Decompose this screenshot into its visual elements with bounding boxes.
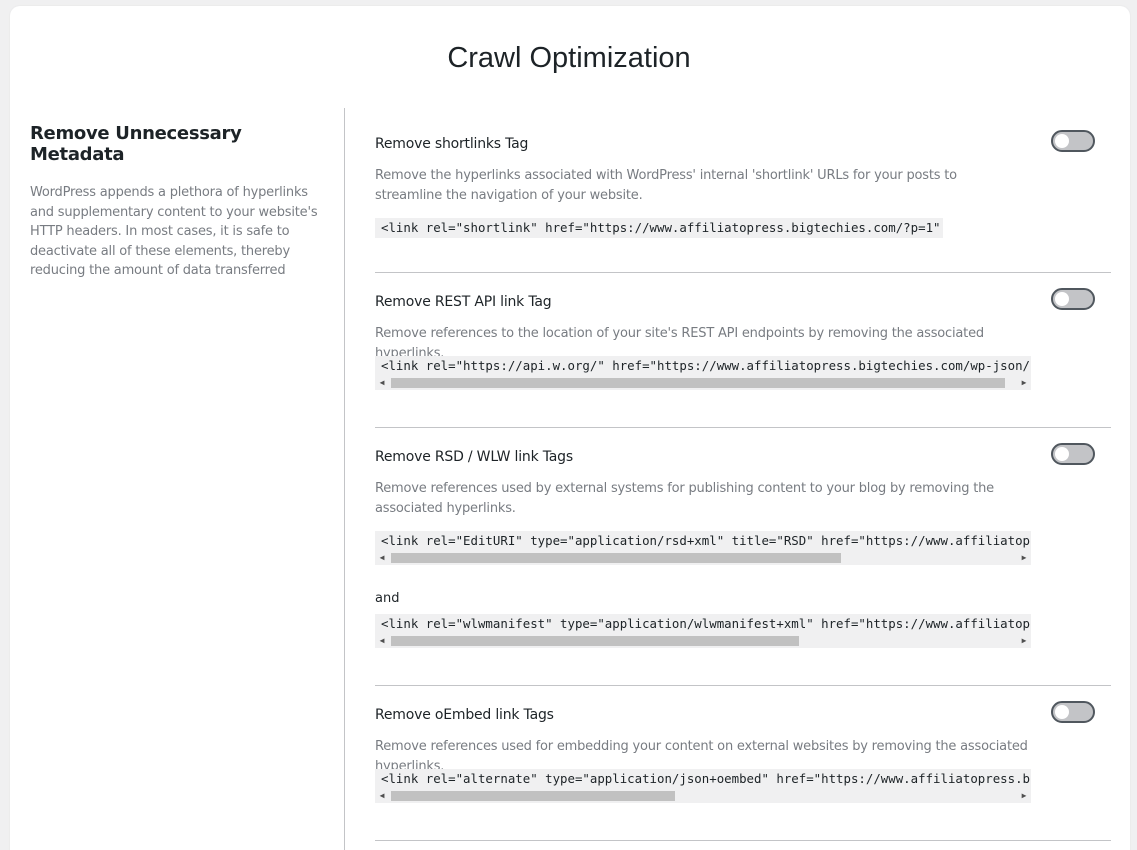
toggle-knob bbox=[1055, 292, 1069, 306]
page-title: Crawl Optimization bbox=[447, 42, 691, 74]
toggle-knob bbox=[1055, 134, 1069, 148]
code-snippet: <link rel="alternate" type="application/… bbox=[375, 769, 1031, 803]
code-text: <link rel="https://api.w.org/" href="htt… bbox=[381, 358, 1031, 373]
horizontal-scrollbar[interactable]: ◀ ▶ bbox=[375, 551, 1031, 565]
section-title: Remove oEmbed link Tags bbox=[375, 707, 554, 723]
scroll-right-arrow-icon[interactable]: ▶ bbox=[1017, 376, 1031, 390]
section-title: Remove shortlinks Tag bbox=[375, 136, 529, 152]
code-snippet: <link rel="shortlink" href="https://www.… bbox=[375, 218, 943, 238]
scroll-right-arrow-icon[interactable]: ▶ bbox=[1017, 789, 1031, 803]
oembed-toggle[interactable] bbox=[1051, 701, 1095, 723]
section-divider bbox=[375, 685, 1111, 686]
section-description: Remove the hyperlinks associated with Wo… bbox=[375, 168, 957, 203]
toggle-knob bbox=[1055, 705, 1069, 719]
code-snippet: <link rel="https://api.w.org/" href="htt… bbox=[375, 356, 1031, 390]
scroll-left-arrow-icon[interactable]: ◀ bbox=[375, 789, 389, 803]
rest-api-toggle[interactable] bbox=[1051, 288, 1095, 310]
scroll-right-arrow-icon[interactable]: ▶ bbox=[1017, 551, 1031, 565]
scroll-left-arrow-icon[interactable]: ◀ bbox=[375, 376, 389, 390]
settings-card: Crawl Optimization Remove Unnecessary Me… bbox=[10, 6, 1130, 850]
section-title: Remove REST API link Tag bbox=[375, 294, 552, 310]
rsd-wlw-toggle[interactable] bbox=[1051, 443, 1095, 465]
section-divider bbox=[375, 840, 1111, 841]
scroll-left-arrow-icon[interactable]: ◀ bbox=[375, 634, 389, 648]
group-title: Remove Unnecessary Metadata bbox=[30, 123, 242, 165]
and-label: and bbox=[375, 591, 400, 606]
scroll-right-arrow-icon[interactable]: ▶ bbox=[1017, 634, 1031, 648]
left-column: Remove Unnecessary Metadata WordPress ap… bbox=[30, 123, 320, 281]
scroll-left-arrow-icon[interactable]: ◀ bbox=[375, 551, 389, 565]
scrollbar-thumb[interactable] bbox=[391, 636, 799, 646]
code-snippet-rsd: <link rel="EditURI" type="application/rs… bbox=[375, 531, 1031, 565]
code-snippet-wlw: <link rel="wlwmanifest" type="applicatio… bbox=[375, 614, 1031, 648]
scrollbar-thumb[interactable] bbox=[391, 553, 841, 563]
shortlinks-toggle[interactable] bbox=[1051, 130, 1095, 152]
horizontal-scrollbar[interactable]: ◀ ▶ bbox=[375, 789, 1031, 803]
section-description: Remove references used by external syste… bbox=[375, 481, 994, 516]
code-text: <link rel="alternate" type="application/… bbox=[381, 771, 1031, 786]
scrollbar-thumb[interactable] bbox=[391, 378, 1005, 388]
group-description: WordPress appends a plethora of hyperlin… bbox=[30, 185, 318, 278]
code-text: <link rel="EditURI" type="application/rs… bbox=[381, 533, 1031, 548]
section-divider bbox=[375, 427, 1111, 428]
vertical-divider bbox=[344, 108, 345, 850]
code-text: <link rel="wlwmanifest" type="applicatio… bbox=[381, 616, 1031, 631]
code-text: <link rel="shortlink" href="https://www.… bbox=[381, 220, 943, 235]
toggle-knob bbox=[1055, 447, 1069, 461]
horizontal-scrollbar[interactable]: ◀ ▶ bbox=[375, 634, 1031, 648]
section-title: Remove RSD / WLW link Tags bbox=[375, 449, 573, 465]
scrollbar-thumb[interactable] bbox=[391, 791, 675, 801]
section-divider bbox=[375, 272, 1111, 273]
horizontal-scrollbar[interactable]: ◀ ▶ bbox=[375, 376, 1031, 390]
